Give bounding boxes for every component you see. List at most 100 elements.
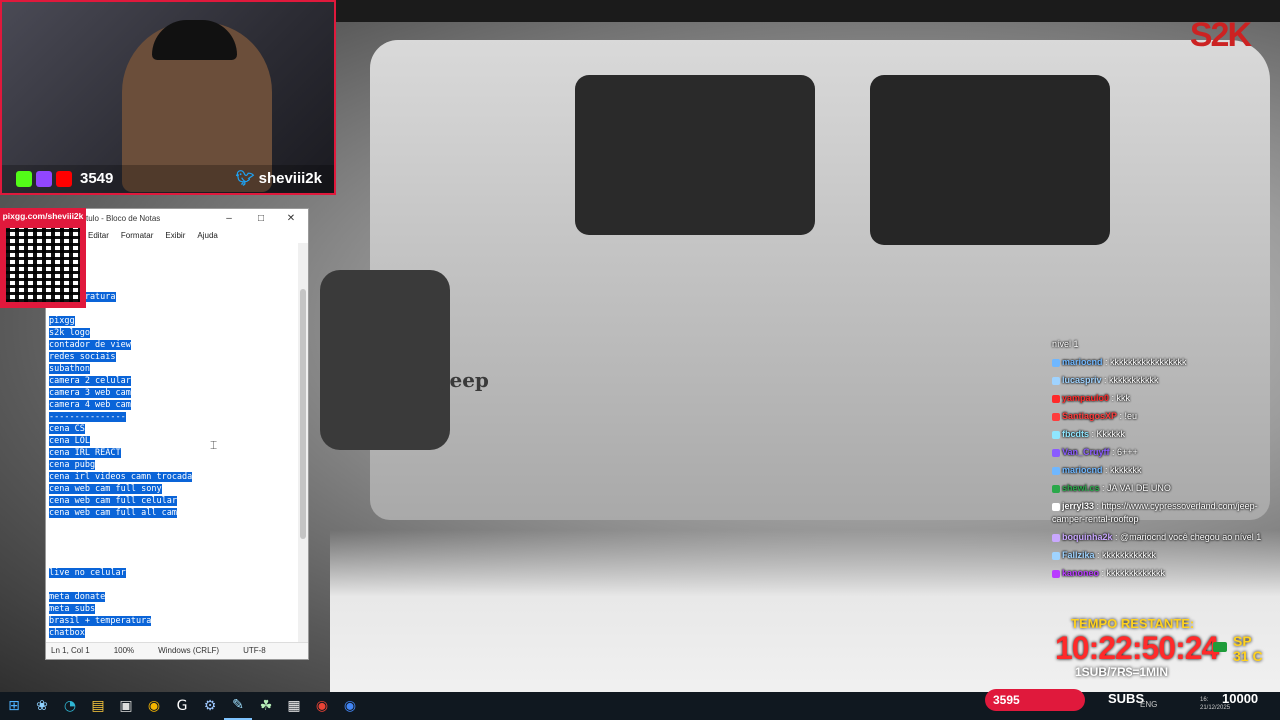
notepad-scrollbar[interactable] bbox=[298, 243, 308, 643]
chat-text: : 6+++ bbox=[1112, 447, 1138, 457]
chat-text: : Kkkkkk bbox=[1091, 429, 1126, 439]
notepad-line: cena pubg bbox=[46, 459, 298, 471]
notepad-line bbox=[46, 579, 298, 591]
chat-username: yampaulo0 bbox=[1062, 393, 1110, 403]
status-position: Ln 1, Col 1 bbox=[51, 646, 90, 655]
notepad-line-text: cena web cam full celular bbox=[49, 496, 177, 506]
notepad-line bbox=[46, 555, 298, 567]
app-leaf-icon[interactable]: ☘ bbox=[252, 692, 280, 720]
jeep-rear-window bbox=[870, 75, 1110, 245]
chat-badge-icon bbox=[1052, 430, 1060, 439]
subs-label: SUBS bbox=[1108, 691, 1145, 706]
chat-text: : kkkkkkkkkkkkk bbox=[1101, 568, 1166, 578]
file-explorer-icon[interactable]: ▤ bbox=[84, 692, 112, 720]
store-icon[interactable]: ▣ bbox=[112, 692, 140, 720]
system-tray: ENG bbox=[1140, 700, 1157, 709]
notepad-line: cena irl videos camn trocada bbox=[46, 471, 298, 483]
chat-badge-icon bbox=[1052, 466, 1060, 475]
notepad-line-text: brasil + temperatura bbox=[49, 616, 152, 626]
chat-message: jerryl33 : https://www.cypressoverland.c… bbox=[1052, 500, 1274, 526]
chat-badge-icon bbox=[1052, 448, 1060, 457]
chat-message: mariocnd : kkkkkkkkkkkkkkkkk bbox=[1052, 356, 1274, 369]
chat-badge-icon bbox=[1052, 533, 1060, 542]
chrome-profile-icon[interactable]: ◉ bbox=[308, 692, 336, 720]
notepad-line: --------------- bbox=[46, 411, 298, 423]
chat-message: kanoneo : kkkkkkkkkkkkk bbox=[1052, 567, 1274, 580]
notepad-line: camera 4 web cam bbox=[46, 399, 298, 411]
timer-weather: SP 31 C bbox=[1233, 634, 1263, 664]
notepad-line-text: cena pubg bbox=[49, 460, 96, 470]
windows-start-icon[interactable]: ⊞ bbox=[0, 692, 28, 720]
chrome-profile-2-icon[interactable]: ◉ bbox=[336, 692, 364, 720]
notepad-taskbar-icon[interactable]: ✎ bbox=[224, 692, 252, 720]
subs-goal: 10000 bbox=[1222, 691, 1259, 706]
close-button[interactable]: ✕ bbox=[276, 209, 306, 229]
notepad-line-text: meta donate bbox=[49, 592, 106, 602]
chat-message: fbcdts : Kkkkkk bbox=[1052, 428, 1274, 441]
chat-badge-icon bbox=[1052, 502, 1060, 511]
calculator-icon[interactable]: ▦ bbox=[280, 692, 308, 720]
status-line-ending: Windows (CRLF) bbox=[158, 646, 220, 655]
notepad-line-text: cena irl videos camn trocada bbox=[49, 472, 193, 482]
chat-message: yampaulo0 : kkk bbox=[1052, 392, 1274, 405]
notepad-line: brasil + temperatura bbox=[46, 615, 298, 627]
timer-label: TEMPO RESTANTE: bbox=[1071, 616, 1195, 631]
minimize-button[interactable]: – bbox=[214, 209, 244, 229]
notepad-line: cena web cam full celular bbox=[46, 495, 298, 507]
chat-username: Fallzika bbox=[1062, 550, 1095, 560]
text-cursor-icon: ⌶ bbox=[210, 438, 218, 452]
webcam-overlay: 3549 🐦︎ sheviii2k bbox=[0, 0, 336, 195]
tray-lang[interactable]: ENG bbox=[1140, 700, 1157, 709]
notepad-line bbox=[46, 531, 298, 543]
jeep-fender bbox=[320, 270, 450, 450]
notepad-line-text: contador de view bbox=[49, 340, 131, 350]
notepad-line-text: cena LOL bbox=[49, 436, 90, 446]
platform-icons bbox=[16, 171, 72, 187]
notepad-line-text: pixgg bbox=[49, 316, 75, 326]
menu-formatar[interactable]: Formatar bbox=[121, 229, 153, 243]
menu-editar[interactable]: Editar bbox=[88, 229, 109, 243]
kick-icon bbox=[16, 171, 32, 187]
chat-username: shewi.cs bbox=[1062, 483, 1100, 493]
timer-rate: 1SUB/7R$=1MIN bbox=[1075, 665, 1169, 679]
brazil-flag-icon bbox=[1213, 642, 1227, 652]
menu-ajuda[interactable]: Ajuda bbox=[197, 229, 217, 243]
notepad-line: cena CS bbox=[46, 423, 298, 435]
notepad-line bbox=[46, 519, 298, 531]
notepad-line: cena LOL bbox=[46, 435, 298, 447]
qr-code bbox=[6, 228, 80, 302]
notepad-line: meta donate bbox=[46, 591, 298, 603]
notepad-line: cena IRL REACT bbox=[46, 447, 298, 459]
chat-username: mariocnd bbox=[1062, 465, 1103, 475]
chrome-icon[interactable]: ◉ bbox=[140, 692, 168, 720]
chat-username: Van_Cruyff bbox=[1062, 447, 1110, 457]
notepad-line: camera 2 celular bbox=[46, 375, 298, 387]
chat-username: fbcdts bbox=[1062, 429, 1089, 439]
viewer-count: 3549 bbox=[80, 170, 114, 187]
notepad-statusbar: Ln 1, Col 1 100% Windows (CRLF) UTF-8 bbox=[46, 642, 308, 659]
chat-message: Fallzika : kkkkkkkkkkkk bbox=[1052, 549, 1274, 562]
chat-text: : kkk bbox=[1111, 393, 1131, 403]
copilot-icon[interactable]: ❀ bbox=[28, 692, 56, 720]
app-g-icon[interactable]: G bbox=[168, 692, 196, 720]
subathon-timer: TEMPO RESTANTE: 10:22:50:24 SP 31 C 1SUB… bbox=[1055, 616, 1275, 679]
menu-exibir[interactable]: Exibir bbox=[165, 229, 185, 243]
notepad-line: s2k logo bbox=[46, 327, 298, 339]
status-zoom: 100% bbox=[113, 646, 135, 655]
edge-icon[interactable]: ◔ bbox=[56, 692, 84, 720]
maximize-button[interactable]: □ bbox=[246, 209, 276, 229]
notepad-line: camera 3 web cam bbox=[46, 387, 298, 399]
twitter-icon: 🐦︎ bbox=[235, 170, 255, 187]
notepad-line: chatbox bbox=[46, 627, 298, 639]
steam-icon[interactable]: ⚙ bbox=[196, 692, 224, 720]
twitch-icon bbox=[36, 171, 52, 187]
chat-badge-icon bbox=[1052, 484, 1060, 493]
chat-messages: mariocnd : kkkkkkkkkkkkkkkkk lucaspriv : … bbox=[1052, 356, 1274, 580]
notepad-line-text: camera 2 celular bbox=[49, 376, 131, 386]
chat-badge-icon bbox=[1052, 569, 1060, 578]
notepad-title: tulo - Bloco de Notas bbox=[86, 214, 161, 223]
notepad-line-text: cena web cam full sony bbox=[49, 484, 162, 494]
scrollbar-thumb[interactable] bbox=[300, 289, 306, 539]
chat-text: : !eu bbox=[1119, 411, 1138, 421]
notepad-line: subathon bbox=[46, 363, 298, 375]
